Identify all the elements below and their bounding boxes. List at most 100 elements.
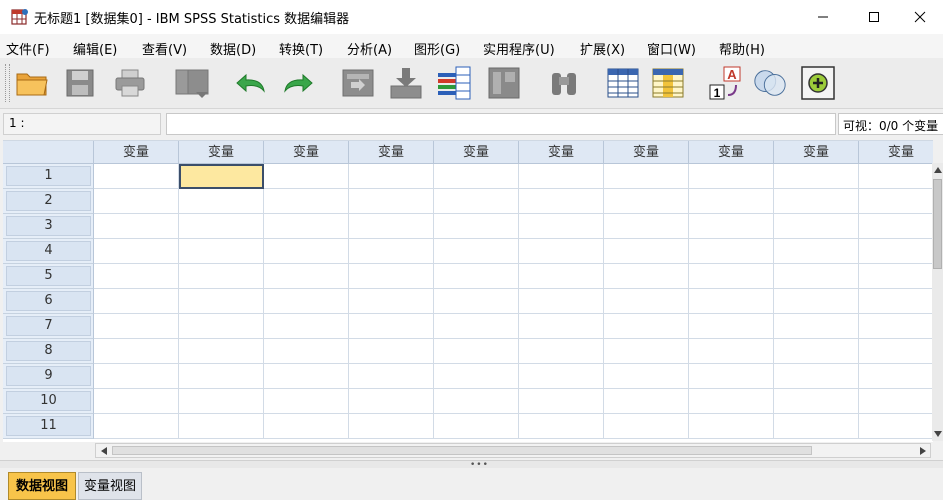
grid-cell[interactable] xyxy=(434,214,519,239)
save-button[interactable] xyxy=(62,65,98,101)
grid-cell[interactable] xyxy=(434,364,519,389)
grid-cell[interactable] xyxy=(94,289,179,314)
menu-transform[interactable]: 转换(T) xyxy=(279,39,323,58)
grid-cell[interactable] xyxy=(859,314,933,339)
grid-cell[interactable] xyxy=(774,164,859,189)
grid-cell[interactable] xyxy=(774,414,859,439)
grid-cell[interactable] xyxy=(94,189,179,214)
grid-cell[interactable] xyxy=(774,214,859,239)
grid-cell[interactable] xyxy=(434,389,519,414)
grid-cell[interactable] xyxy=(94,264,179,289)
active-cell[interactable] xyxy=(179,164,264,189)
grid-cell[interactable] xyxy=(179,239,264,264)
extension-button[interactable] xyxy=(800,65,836,101)
grid-cell[interactable] xyxy=(264,214,349,239)
grid-cell[interactable] xyxy=(519,339,604,364)
grid-cell[interactable] xyxy=(689,389,774,414)
grid-cell[interactable] xyxy=(179,289,264,314)
grid-cell[interactable] xyxy=(689,214,774,239)
grid-cell[interactable] xyxy=(179,339,264,364)
close-button[interactable] xyxy=(897,0,943,34)
grid-cell[interactable] xyxy=(689,189,774,214)
grid-cell[interactable] xyxy=(264,289,349,314)
horizontal-scroll-thumb[interactable] xyxy=(112,446,812,455)
grid-cell[interactable] xyxy=(689,339,774,364)
menu-data[interactable]: 数据(D) xyxy=(210,39,256,58)
grid-cell[interactable] xyxy=(519,364,604,389)
grid-cell[interactable] xyxy=(94,314,179,339)
grid-cell[interactable] xyxy=(519,239,604,264)
grid-cell[interactable] xyxy=(604,189,689,214)
grid-cell[interactable] xyxy=(689,164,774,189)
scroll-left-arrow-icon[interactable] xyxy=(96,444,111,457)
grid-cell[interactable] xyxy=(774,389,859,414)
grid-cell[interactable] xyxy=(519,214,604,239)
grid-cell[interactable] xyxy=(349,289,434,314)
grid-cell[interactable] xyxy=(94,414,179,439)
grid-cell[interactable] xyxy=(434,314,519,339)
grid-cell[interactable] xyxy=(689,414,774,439)
row-header[interactable]: 4 xyxy=(3,239,94,264)
grid-cell[interactable] xyxy=(859,414,933,439)
insert-variable-button[interactable] xyxy=(650,65,686,101)
value-labels-button[interactable]: A 1 xyxy=(708,65,744,101)
grid-cell[interactable] xyxy=(604,264,689,289)
grid-cell[interactable] xyxy=(774,189,859,214)
minimize-button[interactable] xyxy=(800,0,846,34)
grid-cell[interactable] xyxy=(604,314,689,339)
grid-cell[interactable] xyxy=(434,164,519,189)
grid-cell[interactable] xyxy=(434,414,519,439)
grid-cell[interactable] xyxy=(264,339,349,364)
redo-button[interactable] xyxy=(280,65,316,101)
open-button[interactable] xyxy=(14,65,50,101)
row-header[interactable]: 10 xyxy=(3,389,94,414)
grid-cell[interactable] xyxy=(349,414,434,439)
grid-cell[interactable] xyxy=(94,214,179,239)
grid-cell[interactable] xyxy=(519,314,604,339)
column-header[interactable]: 变量 xyxy=(519,141,604,164)
grid-cell[interactable] xyxy=(94,389,179,414)
grid-cell[interactable] xyxy=(604,339,689,364)
grid-cell[interactable] xyxy=(519,264,604,289)
row-header[interactable]: 7 xyxy=(3,314,94,339)
grid-cell[interactable] xyxy=(179,189,264,214)
grid-cell[interactable] xyxy=(689,314,774,339)
grid-cell[interactable] xyxy=(94,339,179,364)
vertical-scrollbar[interactable] xyxy=(932,163,943,441)
grid-cell[interactable] xyxy=(349,264,434,289)
grid-cell[interactable] xyxy=(349,314,434,339)
scroll-right-arrow-icon[interactable] xyxy=(915,444,930,457)
menu-file[interactable]: 文件(F) xyxy=(6,39,50,58)
column-header[interactable]: 变量 xyxy=(94,141,179,164)
grid-cell[interactable] xyxy=(519,189,604,214)
menu-utilities[interactable]: 实用程序(U) xyxy=(483,39,555,58)
grid-cell[interactable] xyxy=(604,414,689,439)
scroll-up-arrow-icon[interactable] xyxy=(932,163,943,177)
cell-value-input[interactable] xyxy=(166,113,836,135)
menu-view[interactable]: 查看(V) xyxy=(142,39,187,58)
grid-cell[interactable] xyxy=(349,214,434,239)
column-header[interactable]: 变量 xyxy=(264,141,349,164)
grid-cell[interactable] xyxy=(519,164,604,189)
insert-cases-button[interactable] xyxy=(605,65,641,101)
row-header[interactable]: 5 xyxy=(3,264,94,289)
menu-graphs[interactable]: 图形(G) xyxy=(414,39,460,58)
grid-cell[interactable] xyxy=(689,289,774,314)
menu-extensions[interactable]: 扩展(X) xyxy=(580,39,625,58)
row-header[interactable]: 9 xyxy=(3,364,94,389)
grid-cell[interactable] xyxy=(264,314,349,339)
grid-cell[interactable] xyxy=(689,239,774,264)
grid-cell[interactable] xyxy=(604,239,689,264)
grid-cell[interactable] xyxy=(774,364,859,389)
dialog-recall-button[interactable] xyxy=(174,65,210,101)
grid-cell[interactable] xyxy=(179,364,264,389)
menu-edit[interactable]: 编辑(E) xyxy=(73,39,117,58)
menu-analyze[interactable]: 分析(A) xyxy=(347,39,392,58)
grid-cell[interactable] xyxy=(519,414,604,439)
goto-variable-button[interactable] xyxy=(388,65,424,101)
grid-cell[interactable] xyxy=(264,239,349,264)
grid-cell[interactable] xyxy=(604,164,689,189)
row-header[interactable]: 6 xyxy=(3,289,94,314)
grid-cell[interactable] xyxy=(349,239,434,264)
tab-variable-view[interactable]: 变量视图 xyxy=(78,472,142,500)
